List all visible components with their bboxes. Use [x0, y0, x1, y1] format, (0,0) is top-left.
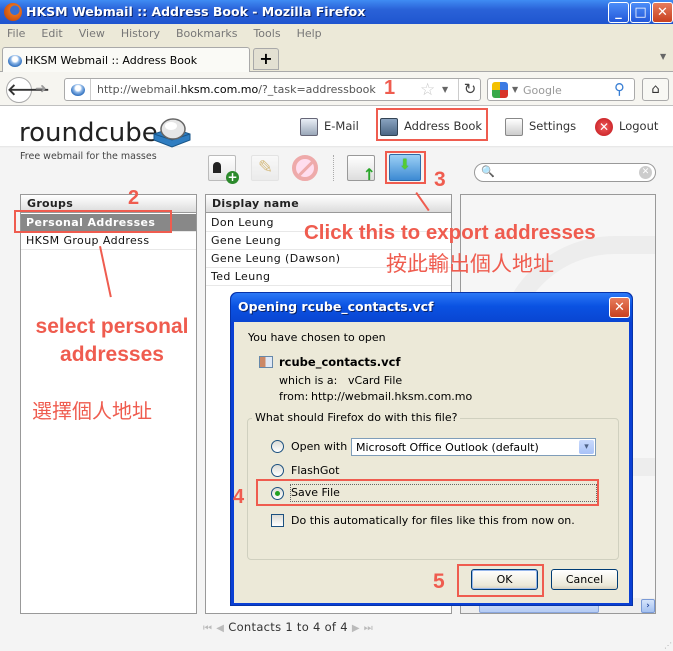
dialog-close-button[interactable]: ✕: [609, 297, 630, 318]
forward-button[interactable]: ➜: [35, 81, 55, 99]
dialog-title: Opening rcube_contacts.vcf: [238, 299, 434, 314]
home-button[interactable]: ⌂: [642, 78, 669, 101]
window-title-bar[interactable]: HKSM Webmail :: Address Book - Mozilla F…: [0, 0, 673, 24]
annotation-export-en: Click this to export addresses: [304, 221, 596, 244]
firefox-icon: [4, 3, 22, 21]
maximize-button[interactable]: □: [630, 2, 651, 23]
dialog-intro: You have chosen to open: [248, 331, 386, 344]
dialog-body: You have chosen to open rcube_contacts.v…: [234, 322, 629, 603]
opening-file-dialog: Opening rcube_contacts.vcf ✕ You have ch…: [230, 292, 633, 606]
vcard-file-icon: [259, 356, 273, 368]
file-type-label: which is a:: [279, 374, 338, 387]
logout-icon: ✕: [595, 117, 613, 136]
menu-file[interactable]: File: [7, 24, 25, 44]
window-title: HKSM Webmail :: Address Book - Mozilla F…: [26, 4, 366, 19]
reload-button[interactable]: ↻: [458, 79, 481, 100]
select-dropdown-arrow-icon[interactable]: ▾: [579, 440, 594, 454]
nav-email[interactable]: E-Mail: [300, 116, 359, 138]
edit-contact-button[interactable]: [251, 155, 279, 181]
open-with-selected-app: Microsoft Office Outlook (default): [356, 441, 539, 454]
logo-tagline: Free webmail for the masses: [20, 151, 157, 162]
last-page-button[interactable]: ⏭: [364, 623, 373, 634]
import-contacts-button[interactable]: [347, 155, 376, 184]
tab-address-book[interactable]: HKSM Webmail :: Address Book: [2, 47, 250, 72]
back-button[interactable]: 🡐: [6, 77, 50, 103]
minimize-button[interactable]: _: [608, 2, 629, 23]
annotation-box-save-file: [256, 479, 599, 506]
auto-action-label[interactable]: Do this automatically for files like thi…: [291, 514, 575, 527]
annotation-box-ok: [457, 564, 544, 597]
url-bar[interactable]: http://webmail.hksm.com.mo/?_task=addres…: [64, 78, 481, 101]
search-bar[interactable]: ▼ Google ⚲: [487, 78, 635, 101]
roundcube-logo: roundcube: [19, 118, 158, 148]
site-favicon-icon: [8, 55, 22, 67]
annotation-export-zh: 按此輸出個人地址: [386, 252, 554, 276]
new-tab-button[interactable]: +: [253, 48, 279, 70]
google-engine-icon[interactable]: [492, 82, 508, 98]
nav-logout[interactable]: ✕ Logout: [595, 116, 658, 138]
open-with-radio[interactable]: [271, 440, 284, 453]
search-icon: 🔍: [481, 165, 495, 178]
add-contact-button[interactable]: [208, 155, 239, 184]
tab-label: HKSM Webmail :: Address Book: [25, 54, 198, 67]
menu-bookmarks[interactable]: Bookmarks: [176, 24, 237, 44]
cancel-button[interactable]: Cancel: [551, 569, 618, 590]
annotation-step-2: 2: [128, 187, 140, 209]
contacts-pager: ⏮ ◀ Contacts 1 to 4 of 4 ▶ ⏭: [203, 620, 373, 634]
menu-bar: File Edit View History Bookmarks Tools Help: [0, 24, 673, 44]
url-text[interactable]: http://webmail.hksm.com.mo/?_task=addres…: [97, 83, 376, 96]
navigation-toolbar: 🡐 ➜ http://webmail.hksm.com.mo/?_task=ad…: [0, 72, 673, 106]
annotation-box-address-book: [376, 108, 488, 141]
close-window-button[interactable]: ✕: [652, 2, 673, 23]
annotation-select-en: select personal addresses: [35, 315, 189, 366]
annotation-step-1: 1: [384, 77, 396, 99]
annotation-select-zh: 選擇個人地址: [32, 399, 152, 423]
delete-contact-button[interactable]: [292, 155, 318, 181]
toolbar-divider: [333, 155, 334, 181]
first-page-button[interactable]: ⏮: [203, 623, 212, 634]
dialog-title-bar[interactable]: Opening rcube_contacts.vcf ✕: [231, 293, 632, 322]
scroll-right-button[interactable]: ›: [641, 599, 655, 613]
pager-count: Contacts 1 to 4 of 4: [228, 620, 348, 634]
annotation-step-5: 5: [433, 570, 445, 593]
tab-bar: HKSM Webmail :: Address Book +: [0, 44, 673, 72]
action-question: What should Firefox do with this file?: [252, 411, 461, 424]
nav-settings[interactable]: Settings: [505, 116, 576, 138]
search-engine-dropdown-icon[interactable]: ▼: [512, 85, 518, 94]
contact-search-input[interactable]: 🔍 ✕: [474, 163, 656, 182]
search-input[interactable]: Google: [523, 84, 562, 97]
open-with-label[interactable]: Open with: [291, 440, 347, 453]
menu-edit[interactable]: Edit: [41, 24, 62, 44]
prev-page-button[interactable]: ◀: [216, 623, 224, 634]
url-history-dropdown-icon[interactable]: ▼: [442, 85, 448, 94]
annotation-step-3: 3: [434, 168, 446, 191]
flashgot-label[interactable]: FlashGot: [291, 464, 339, 477]
open-with-select[interactable]: Microsoft Office Outlook (default) ▾: [351, 438, 596, 456]
next-page-button[interactable]: ▶: [352, 623, 360, 634]
roundcube-cube-icon: [153, 118, 191, 148]
menu-help[interactable]: Help: [297, 24, 322, 44]
group-hksm-group-address[interactable]: HKSM Group Address: [21, 232, 196, 250]
search-reset-icon[interactable]: ✕: [639, 166, 652, 179]
annotation-box-personal-addresses: [14, 210, 172, 233]
auto-action-checkbox[interactable]: [271, 514, 284, 527]
menu-view[interactable]: View: [79, 24, 105, 44]
search-magnifier-icon[interactable]: ⚲: [614, 80, 625, 98]
display-name-column-header[interactable]: Display name: [206, 195, 451, 213]
tab-list-dropdown-icon[interactable]: ▼: [660, 52, 666, 61]
file-from-label: from:: [279, 390, 309, 403]
email-icon: [300, 117, 318, 136]
annotation-box-export: [385, 151, 426, 184]
menu-history[interactable]: History: [121, 24, 160, 44]
file-type-value: vCard File: [348, 374, 403, 387]
dialog-filename: rcube_contacts.vcf: [279, 355, 401, 369]
flashgot-radio[interactable]: [271, 464, 284, 477]
annotation-step-4: 4: [233, 486, 245, 508]
settings-icon: [505, 117, 523, 136]
file-from-value: http://webmail.hksm.com.mo: [311, 390, 473, 403]
menu-tools[interactable]: Tools: [253, 24, 280, 44]
resize-grip-icon[interactable]: ⋰: [664, 641, 672, 650]
site-identity-icon[interactable]: [71, 84, 85, 96]
bookmark-star-icon[interactable]: ☆: [420, 80, 435, 100]
